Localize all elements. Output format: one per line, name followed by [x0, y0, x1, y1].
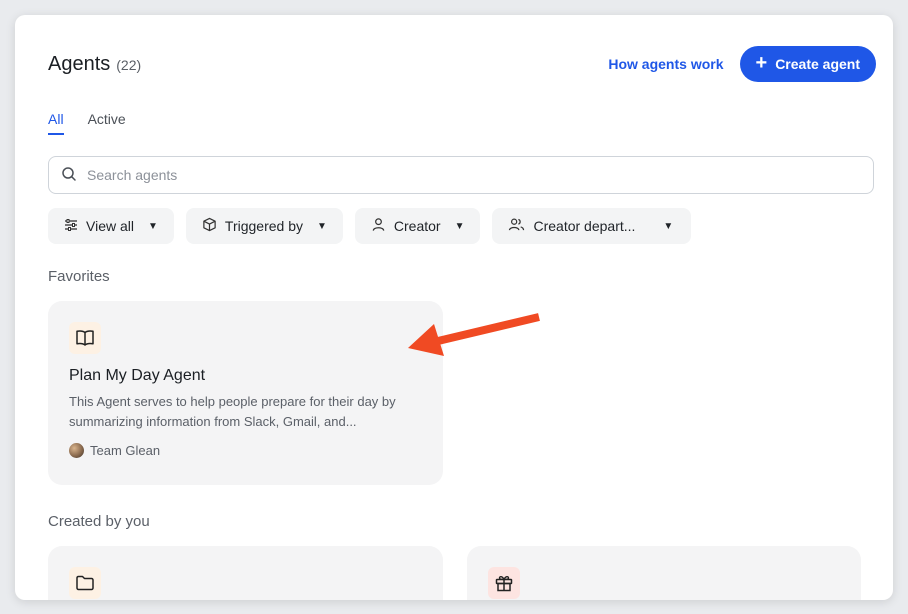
caret-down-icon: ▼: [454, 220, 465, 232]
filter-bar: View all ▼ Triggered by ▼ Creator ▼ Crea…: [48, 208, 692, 244]
page-title: Agents: [48, 52, 111, 75]
gift-icon: [488, 567, 520, 599]
agent-card-created-2[interactable]: [467, 546, 861, 600]
filter-creator-department-label: Creator depart...: [533, 218, 636, 234]
tab-all[interactable]: All: [48, 111, 64, 135]
search-box[interactable]: [48, 156, 874, 194]
create-agent-button[interactable]: + Create agent: [739, 46, 876, 82]
favorites-heading: Favorites: [48, 268, 110, 285]
plus-icon: +: [755, 52, 768, 74]
created-by-you-heading: Created by you: [48, 513, 150, 530]
filter-triggered-by[interactable]: Triggered by ▼: [185, 208, 343, 244]
header-actions: How agents work + Create agent: [608, 46, 876, 82]
how-agents-work-link[interactable]: How agents work: [608, 56, 723, 72]
agent-card-created-1[interactable]: [48, 546, 443, 600]
search-input[interactable]: [85, 166, 849, 184]
agents-window: Agents (22) How agents work + Create age…: [15, 15, 893, 600]
filter-view-all[interactable]: View all ▼: [48, 208, 174, 244]
agent-card-plan-my-day[interactable]: Plan My Day Agent This Agent serves to h…: [48, 301, 443, 485]
search-icon: [61, 166, 77, 185]
page-header: Agents (22) How agents work + Create age…: [48, 45, 876, 83]
folder-icon: [69, 567, 101, 599]
sliders-icon: [64, 218, 78, 235]
filter-creator-label: Creator: [393, 218, 441, 234]
agent-count: (22): [116, 56, 142, 73]
caret-down-icon: ▼: [663, 220, 674, 232]
filter-creator-department[interactable]: Creator depart... ▼: [492, 208, 692, 244]
agent-card-author: Team Glean: [69, 443, 160, 458]
tab-bar: All Active: [48, 111, 126, 135]
people-icon: [508, 217, 525, 235]
book-icon: [69, 322, 101, 354]
caret-down-icon: ▼: [148, 220, 158, 232]
cube-icon: [202, 217, 217, 235]
person-icon: [371, 217, 386, 235]
title-group: Agents (22): [48, 53, 141, 76]
filter-creator[interactable]: Creator ▼: [354, 208, 481, 244]
caret-down-icon: ▼: [316, 220, 327, 232]
tab-active[interactable]: Active: [88, 111, 126, 135]
agent-card-description: This Agent serves to help people prepare…: [69, 394, 396, 429]
create-agent-label: Create agent: [775, 56, 860, 72]
avatar: [69, 443, 84, 458]
filter-triggered-by-label: Triggered by: [224, 218, 303, 234]
filter-view-all-label: View all: [86, 218, 134, 234]
author-name: Team Glean: [90, 443, 161, 458]
agent-card-title: Plan My Day Agent: [69, 367, 206, 384]
